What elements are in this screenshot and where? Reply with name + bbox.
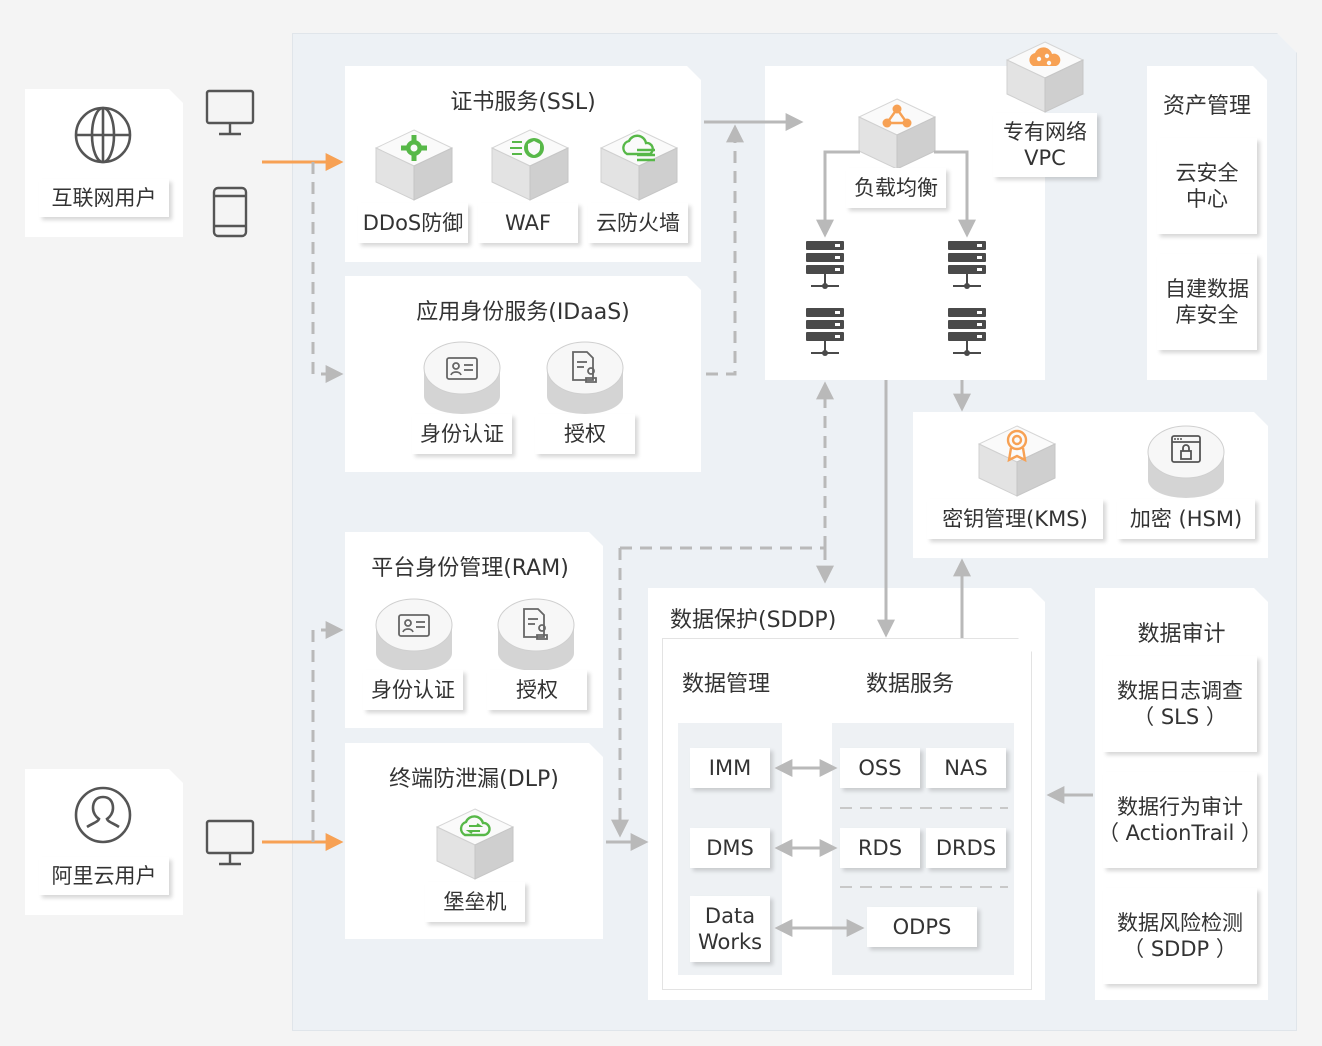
key-cube-icon: [977, 425, 1057, 497]
vpc-cube-icon: [1005, 41, 1085, 113]
asset-title: 资产管理: [1162, 94, 1251, 119]
server-icon: [806, 308, 844, 356]
server-icon: [948, 308, 986, 356]
monitor-icon: [205, 89, 255, 136]
internet-user-card: 互联网用户: [25, 89, 183, 237]
internet-user-label: 互联网用户: [39, 179, 169, 217]
id-card-icon: [423, 341, 501, 414]
imm-label: IMM: [690, 748, 770, 788]
monitor-icon: [205, 819, 255, 866]
sddp-risk-label: 数据风险检测 （ SDDP ）: [1103, 888, 1257, 984]
data-service-title: 数据服务: [866, 672, 955, 697]
idaas-auth-label: 身份认证: [412, 414, 512, 454]
cloud-firewall-label: 云防火墙: [588, 203, 688, 243]
vpc-label: 专有网络 VPC: [993, 113, 1097, 177]
sddp-title: 数据保护(SDDP): [670, 608, 837, 633]
cloud-firewall-cube-icon: [599, 129, 679, 201]
lock-window-icon: [1147, 425, 1225, 498]
load-balancer-cube-icon: [857, 98, 937, 170]
bastion-cube-icon: [435, 808, 515, 880]
sls-label: 数据日志调查 （ SLS ）: [1103, 656, 1257, 752]
data-mgmt-title: 数据管理: [682, 672, 771, 697]
waf-label: WAF: [478, 203, 578, 243]
idaas-title: 应用身份服务(IDaaS): [416, 300, 630, 325]
globe-icon: [71, 103, 135, 167]
idaas-grant-label: 授权: [535, 414, 635, 454]
load-balancer-label: 负载均衡: [846, 168, 946, 208]
document-stamp-icon: [497, 598, 575, 671]
bastion-label: 堡垒机: [425, 882, 525, 922]
server-icon: [806, 241, 844, 289]
server-icon: [948, 241, 986, 289]
db-security-label: 自建数据 库安全: [1157, 254, 1257, 350]
cloud-security-center-label: 云安全 中心: [1157, 138, 1257, 234]
ddos-label: DDoS防御: [358, 203, 468, 243]
mobile-phone-icon: [212, 186, 248, 238]
aliyun-user-label: 阿里云用户: [39, 857, 169, 895]
ram-title: 平台身份管理(RAM): [371, 556, 569, 581]
odps-label: ODPS: [867, 907, 977, 947]
ssl-title: 证书服务(SSL): [450, 90, 596, 115]
audit-title: 数据审计: [1137, 622, 1226, 647]
drds-label: DRDS: [926, 828, 1006, 868]
ram-grant-label: 授权: [487, 670, 587, 710]
dms-label: DMS: [690, 828, 770, 868]
gear-cube-icon: [374, 129, 454, 201]
document-stamp-icon: [546, 341, 624, 414]
user-icon: [71, 783, 135, 847]
actiontrail-label: 数据行为审计 （ ActionTrail ）: [1098, 772, 1262, 868]
idaas-panel: 应用身份服务(IDaaS): [345, 276, 701, 472]
rds-label: RDS: [840, 828, 920, 868]
shield-cube-icon: [490, 129, 570, 201]
oss-label: OSS: [840, 748, 920, 788]
id-card-icon: [375, 598, 453, 671]
hsm-label: 加密 (HSM): [1117, 499, 1255, 539]
kms-label: 密钥管理(KMS): [927, 499, 1103, 539]
ram-auth-label: 身份认证: [363, 670, 463, 710]
nas-label: NAS: [926, 748, 1006, 788]
aliyun-user-card: 阿里云用户: [25, 769, 183, 915]
dlp-title: 终端防泄漏(DLP): [389, 767, 559, 792]
dataworks-label: Data Works: [690, 896, 770, 962]
